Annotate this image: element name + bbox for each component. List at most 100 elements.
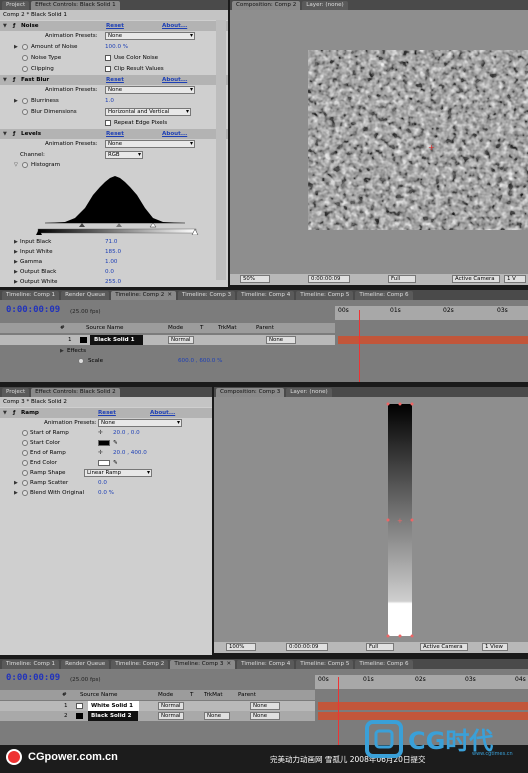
blur-dimensions-dropdown[interactable]: Horizontal and Vertical (105, 108, 191, 116)
stopwatch-icon[interactable] (22, 98, 28, 104)
stopwatch-icon[interactable] (22, 490, 28, 496)
tab-timeline-comp4[interactable]: Timeline: Comp 4 (237, 290, 295, 300)
animation-presets-dropdown[interactable]: None (98, 419, 182, 427)
stopwatch-icon[interactable] (22, 470, 28, 476)
animation-presets-dropdown[interactable]: None (105, 32, 195, 40)
tab-timeline-comp2[interactable]: Timeline: Comp 2 ✕ (111, 290, 177, 300)
tab-timeline-comp1[interactable]: Timeline: Comp 1 (2, 290, 60, 300)
output-white-value[interactable]: 255.0 (105, 277, 121, 287)
views-dropdown[interactable]: 1 View (482, 643, 508, 651)
stopwatch-icon[interactable] (22, 460, 28, 466)
tab-layer[interactable]: Layer: (none) (286, 387, 332, 397)
tab-timeline-comp1[interactable]: Timeline: Comp 1 (2, 659, 60, 669)
composition-viewer-bottom[interactable]: + (214, 397, 528, 642)
expand-icon[interactable]: ▼ (3, 21, 7, 31)
stopwatch-icon[interactable] (22, 480, 28, 486)
views-dropdown[interactable]: 1 V (504, 275, 526, 283)
zoom-dropdown[interactable]: 100% (226, 643, 256, 651)
camera-dropdown[interactable]: Active Camera (452, 275, 500, 283)
layer-row[interactable]: 1 Black Solid 1 Normal None (0, 335, 335, 345)
stopwatch-icon[interactable] (22, 66, 28, 72)
effect-noise[interactable]: ▼ ƒ Noise Reset About... (0, 21, 228, 31)
resolution-dropdown[interactable]: Full (388, 275, 416, 283)
fx-icon[interactable]: ƒ (13, 408, 15, 418)
expand-icon[interactable]: ▼ (3, 408, 7, 418)
gamma-value[interactable]: 1.00 (105, 257, 117, 267)
ramp-scatter-value[interactable]: 0.0 (98, 478, 107, 488)
time-ruler[interactable]: 00s 01s 02s 03s 04s (315, 675, 528, 689)
clip-result-checkbox[interactable] (105, 66, 111, 72)
parent-dropdown[interactable]: None (250, 712, 280, 720)
mode-dropdown[interactable]: Normal (168, 336, 194, 344)
crosshair-icon[interactable]: ✛ (98, 428, 103, 438)
mode-dropdown[interactable]: Normal (158, 702, 184, 710)
tab-render-queue[interactable]: Render Queue (61, 290, 110, 300)
expand-icon[interactable]: ▼ (3, 75, 7, 85)
time-ruler[interactable]: 00s 01s 02s 03s (335, 306, 528, 320)
layer-duration-bar[interactable] (318, 702, 528, 710)
composition-viewer-top[interactable]: + (230, 10, 528, 274)
camera-dropdown[interactable]: Active Camera (420, 643, 468, 651)
about-link[interactable]: About... (150, 408, 175, 418)
effect-ramp[interactable]: ▼ ƒ Ramp Reset About... (0, 408, 212, 418)
layer-row[interactable]: 2 Black Solid 2 Normal None None (0, 711, 315, 721)
parent-dropdown[interactable]: None (266, 336, 296, 344)
animation-presets-dropdown[interactable]: None (105, 140, 195, 148)
effect-levels[interactable]: ▼ ƒ Levels Reset About... (0, 129, 228, 139)
tab-effect-controls[interactable]: Effect Controls: Black Solid 1 (31, 0, 120, 10)
stopwatch-icon[interactable] (22, 44, 28, 50)
current-time[interactable]: 0:00:00:09 (286, 643, 328, 651)
end-color-swatch[interactable] (98, 460, 110, 466)
tab-timeline-comp6[interactable]: Timeline: Comp 6 (355, 290, 413, 300)
animation-presets-dropdown[interactable]: None (105, 86, 195, 94)
scale-value[interactable]: 600.0 , 600.0 % (178, 356, 222, 366)
repeat-edge-pixels-checkbox[interactable] (105, 120, 111, 126)
fx-icon[interactable]: ƒ (13, 129, 15, 139)
reset-link[interactable]: Reset (106, 21, 124, 31)
input-black-value[interactable]: 71.0 (105, 237, 117, 247)
histogram[interactable] (35, 173, 200, 235)
fx-icon[interactable]: ƒ (13, 21, 15, 31)
timecode[interactable]: 0:00:00:09 (6, 673, 60, 683)
expand-icon[interactable]: ▼ (3, 129, 7, 139)
start-of-ramp-value[interactable]: 20.0 , 0.0 (113, 428, 140, 438)
reset-link[interactable]: Reset (98, 408, 116, 418)
about-link[interactable]: About... (162, 21, 187, 31)
mode-dropdown[interactable]: Normal (158, 712, 184, 720)
blend-value[interactable]: 0.0 % (98, 488, 114, 498)
tab-timeline-comp5[interactable]: Timeline: Comp 5 (296, 290, 354, 300)
tab-layer[interactable]: Layer: (none) (302, 0, 348, 10)
tab-composition[interactable]: Composition: Comp 3 (216, 387, 285, 397)
tab-composition[interactable]: Composition: Comp 2 (232, 0, 301, 10)
parent-dropdown[interactable]: None (250, 702, 280, 710)
blurriness-value[interactable]: 1.0 (105, 96, 114, 106)
end-of-ramp-value[interactable]: 20.0 , 400.0 (113, 448, 147, 458)
ramp-shape-dropdown[interactable]: Linear Ramp (84, 469, 152, 477)
time-indicator[interactable] (359, 310, 360, 382)
stopwatch-icon[interactable] (22, 109, 28, 115)
stopwatch-icon[interactable] (22, 55, 28, 61)
eyedropper-icon[interactable]: ✎ (113, 438, 118, 448)
scrollbar[interactable] (216, 20, 226, 280)
start-color-swatch[interactable] (98, 440, 110, 446)
stopwatch-icon[interactable] (78, 358, 84, 364)
stopwatch-icon[interactable] (22, 162, 28, 168)
about-link[interactable]: About... (162, 75, 187, 85)
tab-project[interactable]: Project (2, 387, 30, 397)
tab-effect-controls[interactable]: Effect Controls: Black Solid 2 (31, 387, 120, 397)
zoom-dropdown[interactable]: 50% (240, 275, 270, 283)
stopwatch-icon[interactable] (22, 430, 28, 436)
resolution-dropdown[interactable]: Full (366, 643, 394, 651)
about-link[interactable]: About... (162, 129, 187, 139)
effect-fast-blur[interactable]: ▼ ƒ Fast Blur Reset About... (0, 75, 228, 85)
tab-timeline-comp5[interactable]: Timeline: Comp 5 (296, 659, 354, 669)
input-white-value[interactable]: 185.0 (105, 247, 121, 257)
layer-duration-bar[interactable] (338, 336, 528, 344)
timecode[interactable]: 0:00:00:09 (6, 305, 60, 315)
reset-link[interactable]: Reset (106, 75, 124, 85)
tab-timeline-comp3[interactable]: Timeline: Comp 3 ✕ (170, 659, 236, 669)
stopwatch-icon[interactable] (22, 450, 28, 456)
tab-timeline-comp3[interactable]: Timeline: Comp 3 (178, 290, 236, 300)
tab-timeline-comp4[interactable]: Timeline: Comp 4 (237, 659, 295, 669)
current-time[interactable]: 0:00:00:09 (308, 275, 350, 283)
